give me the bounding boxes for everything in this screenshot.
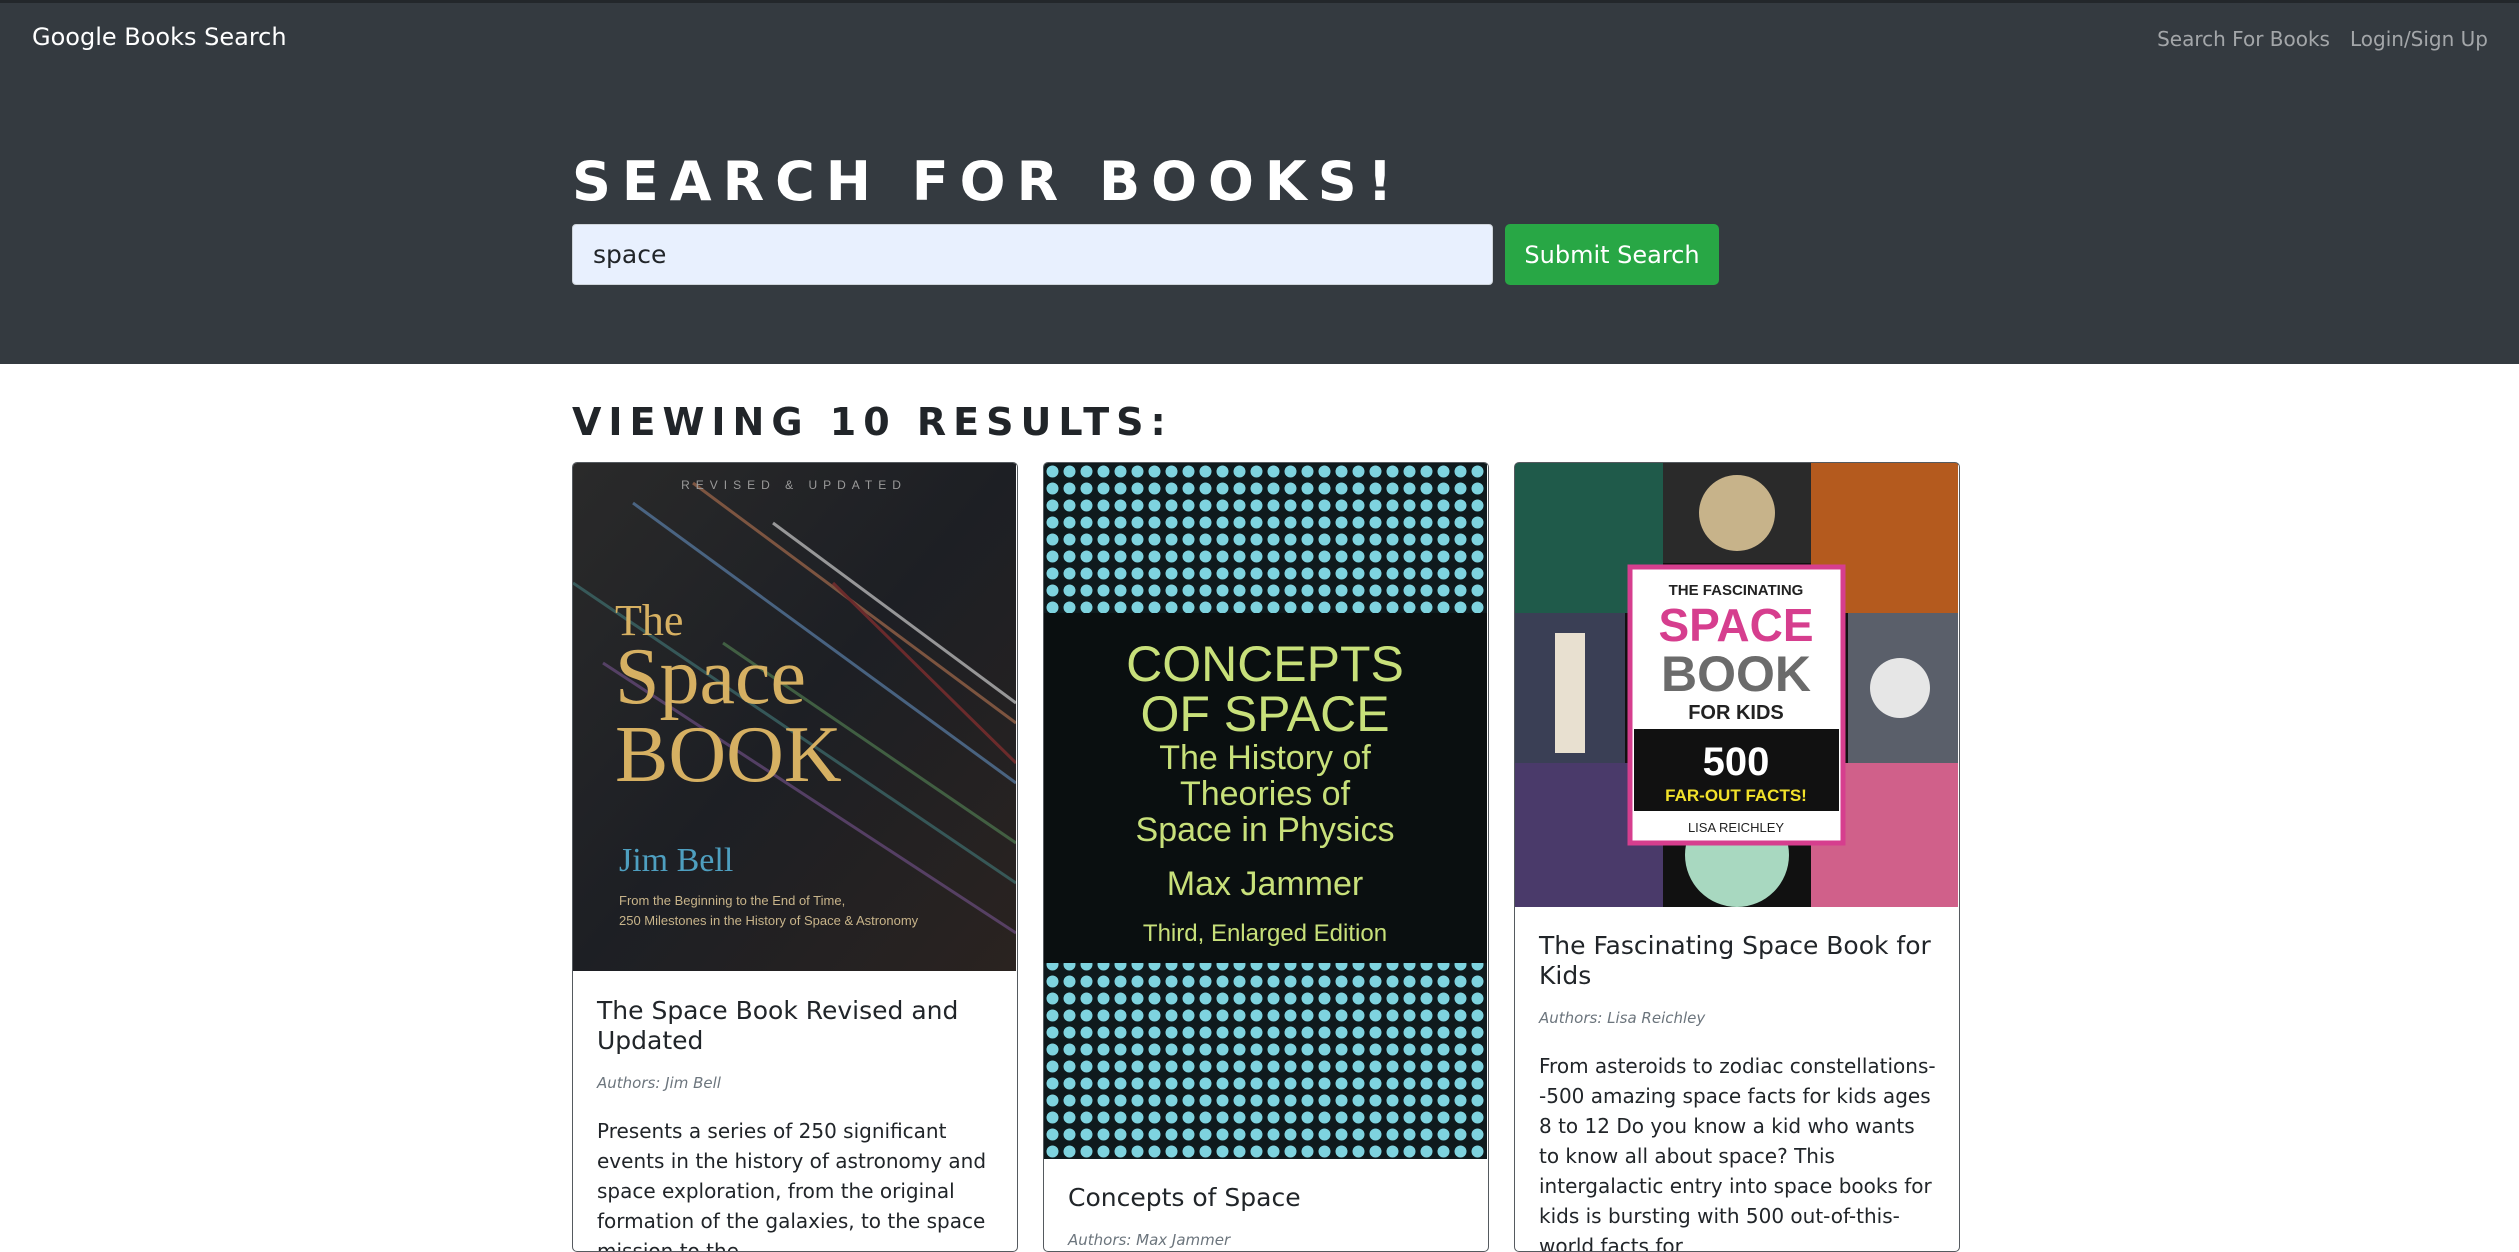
search-hero: Search for Books! Submit Search — [0, 70, 2519, 364]
cover-text: THE FASCINATING — [1669, 582, 1804, 599]
book-authors: Authors: Jim Bell — [597, 1074, 721, 1092]
book-cover-image: CONCEPTS OF SPACE The History of Theorie… — [1044, 463, 1487, 1159]
cover-text: LISA REICHLEY — [1688, 820, 1784, 835]
book-title: The Fascinating Space Book for Kids — [1539, 931, 1931, 990]
cover-text: Jim Bell — [619, 842, 733, 879]
book-cover-image: THE FASCINATING SPACE BOOK FOR KIDS 500 … — [1515, 463, 1958, 907]
search-input[interactable] — [572, 224, 1493, 285]
page-title: Search for Books! — [572, 150, 1404, 213]
book-description: Presents a series of 250 significant eve… — [597, 1119, 987, 1252]
cover-text: Max Jammer — [1167, 865, 1363, 903]
nav-link-search-for-books[interactable]: Search For Books — [2157, 27, 2330, 51]
book-card: CONCEPTS OF SPACE The History of Theorie… — [1043, 462, 1489, 1252]
book-authors: Authors: Max Jammer — [1068, 1231, 1231, 1249]
results-heading: Viewing 10 results: — [572, 400, 1173, 444]
cover-text: Third, Enlarged Edition — [1143, 920, 1387, 947]
cover-text: Space — [615, 633, 806, 721]
cover-text: The History of — [1159, 739, 1371, 777]
submit-search-button[interactable]: Submit Search — [1505, 224, 1719, 285]
cover-text: BOOK — [615, 711, 842, 799]
brand-link[interactable]: Google Books Search — [32, 23, 287, 51]
cover-text: 500 — [1703, 740, 1770, 784]
navbar: Google Books Search Search For Books Log… — [0, 0, 2519, 70]
cover-text: OF SPACE — [1140, 686, 1389, 742]
cover-text: Theories of — [1180, 775, 1351, 813]
cover-text: BOOK — [1661, 646, 1811, 702]
book-card: THE FASCINATING SPACE BOOK FOR KIDS 500 … — [1514, 462, 1960, 1252]
cover-text: SPACE — [1658, 599, 1813, 651]
book-title: Concepts of Space — [1068, 1183, 1301, 1212]
cover-text: From the Beginning to the End of Time, — [619, 893, 845, 908]
cover-text: CONCEPTS — [1126, 636, 1404, 692]
book-cover-image: REVISED & UPDATED The Space BOOK Jim Bel… — [573, 463, 1016, 971]
cover-text: FOR KIDS — [1688, 702, 1784, 724]
cover-text: FAR-OUT FACTS! — [1665, 786, 1807, 805]
nav-link-login-signup[interactable]: Login/Sign Up — [2350, 27, 2488, 51]
nav-links: Search For Books Login/Sign Up — [2157, 27, 2488, 51]
book-card: REVISED & UPDATED The Space BOOK Jim Bel… — [572, 462, 1018, 1252]
cover-text: REVISED & UPDATED — [681, 478, 907, 492]
cover-text: Space in Physics — [1136, 811, 1395, 849]
book-description: From asteroids to zodiac constellations-… — [1539, 1054, 1936, 1252]
book-title: The Space Book Revised and Updated — [597, 996, 959, 1055]
book-authors: Authors: Lisa Reichley — [1539, 1009, 1706, 1027]
cover-text: 250 Milestones in the History of Space &… — [619, 913, 919, 928]
